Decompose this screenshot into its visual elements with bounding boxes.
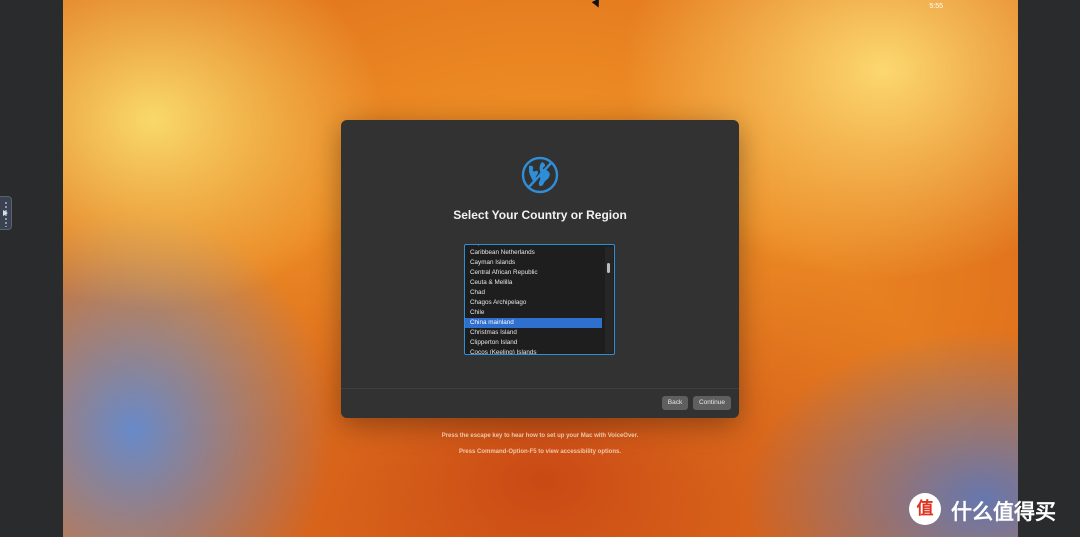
left-window-bar (0, 0, 63, 537)
dialog-divider (341, 388, 739, 389)
globe-icon (521, 156, 559, 194)
watermark-logo-icon: 值 (909, 493, 941, 525)
sidebar-toggle-handle[interactable] (0, 196, 12, 230)
watermark: 值 什么值得买 (909, 493, 1079, 525)
right-window-bar (1018, 0, 1080, 537)
country-list[interactable]: Cape VerdeCaribbean NetherlandsCayman Is… (464, 244, 615, 355)
country-list-item[interactable]: Cayman Islands (465, 258, 602, 268)
continue-button[interactable]: Continue (693, 396, 731, 410)
country-list-items: Cape VerdeCaribbean NetherlandsCayman Is… (465, 245, 602, 354)
setup-assistant-dialog: Select Your Country or Region Cape Verde… (341, 120, 739, 418)
country-list-item[interactable]: Chad (465, 288, 602, 298)
country-list-item[interactable]: Christmas Island (465, 328, 602, 338)
country-list-item[interactable]: Clipperton Island (465, 338, 602, 348)
voiceover-hint: Press the escape key to hear how to set … (441, 433, 639, 439)
country-list-item[interactable]: Chagos Archipelago (465, 298, 602, 308)
watermark-logo-char: 值 (916, 499, 934, 518)
back-button[interactable]: Back (662, 396, 688, 410)
watermark-text: 什么值得买 (951, 501, 1056, 524)
country-list-item[interactable]: Caribbean Netherlands (465, 248, 602, 258)
play-arrow-icon (3, 210, 8, 216)
country-list-item[interactable]: China mainland (465, 318, 602, 328)
menubar-clock: 5:55 (929, 3, 943, 10)
list-scrollbar[interactable] (605, 247, 613, 353)
country-list-item[interactable]: Cocos (Keeling) Islands (465, 348, 602, 354)
scrollbar-thumb[interactable] (607, 263, 610, 273)
dialog-title: Select Your Country or Region (453, 208, 627, 222)
country-list-item[interactable]: Chile (465, 308, 602, 318)
mouse-cursor-icon (591, 0, 603, 10)
country-list-item[interactable]: Central African Republic (465, 268, 602, 278)
country-list-item[interactable]: Ceuta & Melilla (465, 278, 602, 288)
accessibility-hint: Press Command-Option-F5 to view accessib… (458, 449, 622, 455)
